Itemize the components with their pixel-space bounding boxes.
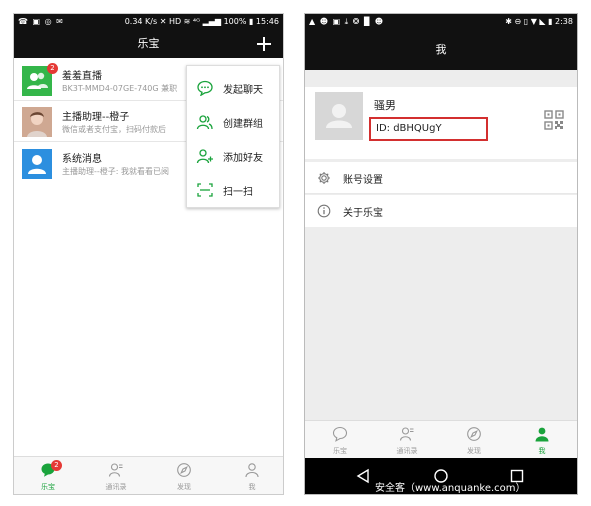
back-icon[interactable] [355, 468, 371, 484]
conversation-preview: 主播助理--橙子: 我就看看已阅 [62, 167, 170, 176]
profile-avatar [315, 92, 363, 140]
menu-start-chat[interactable]: 发起聊天 [187, 72, 281, 104]
tab-unread-badge: 2 [51, 460, 62, 471]
default-avatar-icon [326, 104, 352, 128]
left-phone-screen: ☎ ▣ ◎ ✉ 0.34 K/s ✕ HD ≋ ⁴ᴳ ▂▄▆ 100% ▮ 15… [13, 13, 284, 495]
profile-card[interactable]: 骚男 ID: dBHQUgY [305, 87, 577, 159]
person-photo-icon [22, 107, 52, 137]
gear-icon [318, 172, 330, 184]
menu-add-friend[interactable]: 添加好友 [187, 140, 281, 172]
tab-label: 乐宝 [41, 483, 55, 491]
menu-label: 添加好友 [223, 153, 263, 164]
status-bar: ▲ ☻ ▣ ⤓ ❂ ▉ ☻ ✱ ⊖ ▯ ▼ ◣ ▮ 2:38 [305, 14, 577, 30]
person-icon [245, 463, 259, 478]
page-title: 乐宝 [14, 30, 283, 58]
user-id: ID: dBHQUgY [376, 123, 442, 134]
menu-account-settings[interactable]: 账号设置 [305, 162, 577, 194]
compass-icon [467, 427, 481, 441]
tab-lebao[interactable]: 乐宝 [315, 421, 365, 459]
user-photo-avatar [22, 107, 52, 137]
add-popup-menu: 发起聊天 创建群组 添加好友 扫一扫 [186, 65, 280, 208]
bottom-tab-bar: 2 乐宝 通讯录 发现 我 [14, 456, 283, 494]
menu-label: 关于乐宝 [343, 208, 383, 219]
add-menu-button[interactable] [253, 33, 275, 55]
tab-label: 通讯录 [396, 447, 418, 455]
system-avatar [22, 149, 52, 179]
menu-about[interactable]: 关于乐宝 [305, 195, 577, 227]
tab-label: 发现 [467, 447, 481, 455]
menu-label: 创建群组 [223, 119, 263, 130]
group-icon [196, 115, 213, 130]
status-icons: ▲ ☻ ▣ ⤓ ❂ ▉ ☻ [309, 17, 385, 26]
tab-label: 我 [538, 447, 546, 455]
tab-lebao[interactable]: 2 乐宝 [23, 457, 73, 494]
tab-label: 通讯录 [105, 483, 127, 491]
tab-contacts[interactable]: 通讯录 [382, 421, 432, 459]
unread-badge: 2 [47, 63, 58, 74]
right-phone-screen: ▲ ☻ ▣ ⤓ ❂ ▉ ☻ ✱ ⊖ ▯ ▼ ◣ ▮ 2:38 我 骚男 ID: … [304, 13, 578, 495]
tab-me[interactable]: 我 [517, 421, 567, 459]
watermark: 安全客（www.anquanke.com） [375, 483, 526, 494]
status-bar: ☎ ▣ ◎ ✉ 0.34 K/s ✕ HD ≋ ⁴ᴳ ▂▄▆ 100% ▮ 15… [14, 14, 283, 30]
tab-label: 我 [248, 483, 256, 491]
qr-code-icon[interactable] [544, 110, 564, 130]
person-icon [535, 427, 549, 442]
tab-label: 乐宝 [333, 447, 347, 455]
bottom-tab-bar: 乐宝 通讯录 发现 我 [305, 420, 577, 458]
conversation-preview: BK3T-MMD4-07GE-740G 兼职 [62, 84, 178, 93]
compass-icon [177, 463, 191, 477]
status-icons: ☎ ▣ ◎ ✉ [18, 17, 64, 26]
conversation-name: 主播助理--橙子 [62, 112, 130, 123]
tab-label: 发现 [177, 483, 191, 491]
tab-discover[interactable]: 发现 [159, 457, 209, 494]
status-info: 0.34 K/s ✕ HD ≋ ⁴ᴳ ▂▄▆ 100% ▮ 15:46 [124, 17, 279, 26]
nickname: 骚男 [374, 99, 396, 112]
tab-discover[interactable]: 发现 [449, 421, 499, 459]
chat-bubble-icon [332, 426, 348, 442]
conversation-preview: 微信或者支付宝，扫码付款后 [62, 125, 166, 134]
scan-icon [197, 183, 213, 197]
menu-label: 账号设置 [343, 175, 383, 186]
page-title: 我 [305, 30, 577, 70]
conversation-name: 系统消息 [62, 154, 102, 165]
contacts-icon [108, 463, 123, 477]
add-friend-icon [196, 149, 213, 164]
conversation-name: 羞羞直播 [62, 71, 102, 82]
menu-label: 扫一扫 [223, 187, 253, 198]
menu-label: 发起聊天 [223, 85, 263, 96]
person-icon [28, 155, 46, 174]
user-id-highlight: ID: dBHQUgY [369, 117, 488, 141]
menu-scan[interactable]: 扫一扫 [187, 174, 281, 206]
menu-create-group[interactable]: 创建群组 [187, 106, 281, 138]
status-info: ✱ ⊖ ▯ ▼ ◣ ▮ 2:38 [505, 17, 573, 26]
tab-me[interactable]: 我 [227, 457, 277, 494]
contacts-icon [399, 427, 414, 441]
info-icon [317, 204, 331, 218]
tab-contacts[interactable]: 通讯录 [91, 457, 141, 494]
chat-bubble-icon [197, 80, 213, 96]
